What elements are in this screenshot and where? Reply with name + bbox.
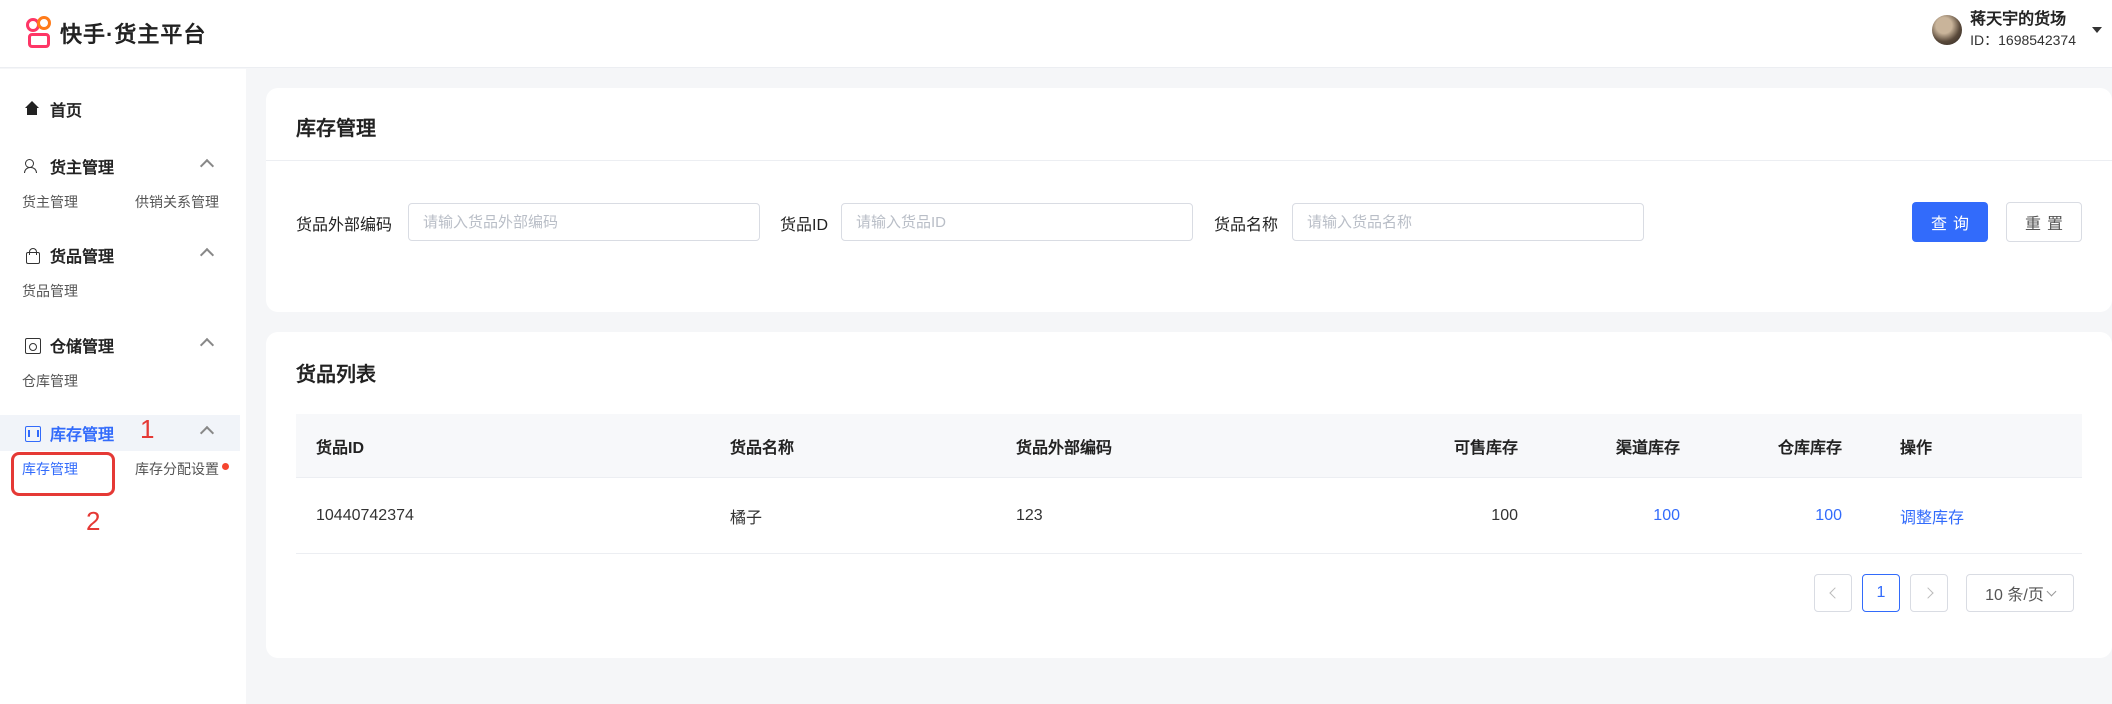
list-title: 货品列表 — [296, 364, 376, 386]
chevron-up-icon[interactable] — [199, 158, 215, 174]
cell-goods-name: 橘子 — [730, 509, 763, 527]
sidebar-item-owner-manage[interactable]: 货主管理 — [22, 192, 78, 212]
cell-goods-code: 123 — [1016, 506, 1043, 524]
sidebar-group-goods: 货品管理 货品管理 — [0, 237, 240, 309]
column-header: 货品外部编码 — [1016, 439, 1113, 457]
app-title: 快手·货主平台 — [60, 22, 207, 47]
page-size-select[interactable]: 10 条/页 — [1966, 574, 2074, 612]
avatar — [1932, 15, 1963, 45]
divider — [266, 160, 2112, 161]
cell-sellable-stock: 100 — [1491, 506, 1518, 524]
page-title: 库存管理 — [296, 118, 376, 140]
next-page-button[interactable] — [1910, 574, 1948, 612]
goods-table: 货品ID 货品名称 货品外部编码 可售库存 渠道库存 仓库库存 操作 10440… — [296, 414, 2082, 554]
sidebar-item-warehouse-manage[interactable]: 仓库管理 — [22, 371, 78, 391]
sidebar-group-label: 货品管理 — [50, 249, 115, 266]
annotation-highlight-box — [11, 452, 115, 496]
chevron-down-icon — [2046, 586, 2057, 596]
column-header: 渠道库存 — [1615, 439, 1680, 457]
top-header: 快手·货主平台 蒋天宇的货场 ID：1698542374 — [0, 0, 2112, 68]
chevron-right-icon — [1921, 587, 1934, 599]
goods-code-label: 货品外部编码 — [296, 217, 393, 234]
adjust-stock-link[interactable]: 调整库存 — [1900, 504, 1964, 528]
table-header: 货品ID 货品名称 货品外部编码 可售库存 渠道库存 仓库库存 操作 — [296, 414, 2082, 478]
chevron-left-icon — [1828, 587, 1841, 599]
column-header: 货品名称 — [730, 439, 795, 457]
cell-warehouse-stock-link[interactable]: 100 — [1815, 507, 1842, 525]
chart-icon — [24, 425, 41, 442]
sidebar-group-inventory-head[interactable]: 库存管理 — [0, 415, 240, 451]
cell-channel-stock-link[interactable]: 100 — [1653, 507, 1680, 525]
chevron-up-icon[interactable] — [199, 337, 215, 353]
goods-id-input[interactable] — [841, 203, 1193, 241]
user-id: ID：1698542374 — [1970, 32, 2076, 48]
user-name: 蒋天宇的货场 — [1970, 11, 2067, 28]
kuaishou-logo-icon — [24, 16, 54, 50]
column-header: 仓库库存 — [1777, 439, 1842, 457]
user-menu[interactable]: 蒋天宇的货场 ID：1698542374 — [1932, 10, 2102, 50]
sidebar-group-label: 库存管理 — [50, 427, 115, 444]
sidebar: 首页 货主管理 货主管理 供销关系管理 货品管理 货品管理 仓储管理 仓库管理 — [0, 69, 246, 704]
warehouse-icon — [24, 337, 41, 354]
sidebar-item-inventory-allocation[interactable]: 库存分配设置 — [135, 459, 219, 479]
column-header: 可售库存 — [1453, 439, 1518, 457]
user-icon — [24, 158, 40, 174]
goods-name-input[interactable] — [1292, 203, 1644, 241]
goods-list-card: 货品列表 货品ID 货品名称 货品外部编码 可售库存 渠道库存 仓库库存 操作 … — [266, 332, 2112, 658]
caret-down-icon[interactable] — [2092, 27, 2102, 33]
table-row: 10440742374 橘子 123 100 100 100 调整库存 — [296, 478, 2082, 554]
sidebar-item-supply-relation[interactable]: 供销关系管理 — [135, 192, 219, 212]
home-icon — [24, 101, 40, 117]
chevron-up-icon[interactable] — [199, 425, 215, 441]
sidebar-item-label: 首页 — [50, 103, 83, 120]
column-header: 操作 — [1900, 439, 1933, 457]
column-header: 货品ID — [316, 439, 365, 457]
chevron-up-icon[interactable] — [199, 247, 215, 263]
sidebar-item-home[interactable]: 首页 — [24, 97, 82, 121]
sidebar-group-label: 仓储管理 — [50, 339, 115, 356]
goods-code-input[interactable] — [408, 203, 760, 241]
sidebar-group-storage: 仓储管理 仓库管理 — [0, 327, 240, 399]
prev-page-button[interactable] — [1814, 574, 1852, 612]
reset-button[interactable]: 重置 — [2006, 202, 2082, 242]
sidebar-group-label: 货主管理 — [50, 160, 115, 177]
sidebar-group-goods-head[interactable]: 货品管理 — [0, 237, 240, 273]
cell-goods-id: 10440742374 — [316, 506, 414, 524]
app-logo[interactable]: 快手·货主平台 — [24, 16, 206, 50]
annotation-number-1: 1 — [140, 414, 155, 444]
sidebar-group-owner: 货主管理 货主管理 供销关系管理 — [0, 148, 240, 220]
sidebar-item-goods-manage[interactable]: 货品管理 — [22, 281, 78, 301]
query-button[interactable]: 查询 — [1912, 202, 1988, 242]
search-card: 库存管理 货品外部编码 货品ID 货品名称 查询 重置 — [266, 88, 2112, 312]
bag-icon — [24, 247, 40, 264]
goods-id-label: 货品ID — [780, 217, 829, 234]
sidebar-group-owner-head[interactable]: 货主管理 — [0, 148, 240, 184]
notification-dot — [222, 463, 229, 470]
sidebar-group-storage-head[interactable]: 仓储管理 — [0, 327, 240, 363]
goods-name-label: 货品名称 — [1214, 217, 1279, 234]
page-number-1[interactable]: 1 — [1862, 574, 1900, 612]
annotation-number-2: 2 — [86, 506, 101, 536]
page-size-label: 10 条/页 — [1985, 587, 2044, 604]
